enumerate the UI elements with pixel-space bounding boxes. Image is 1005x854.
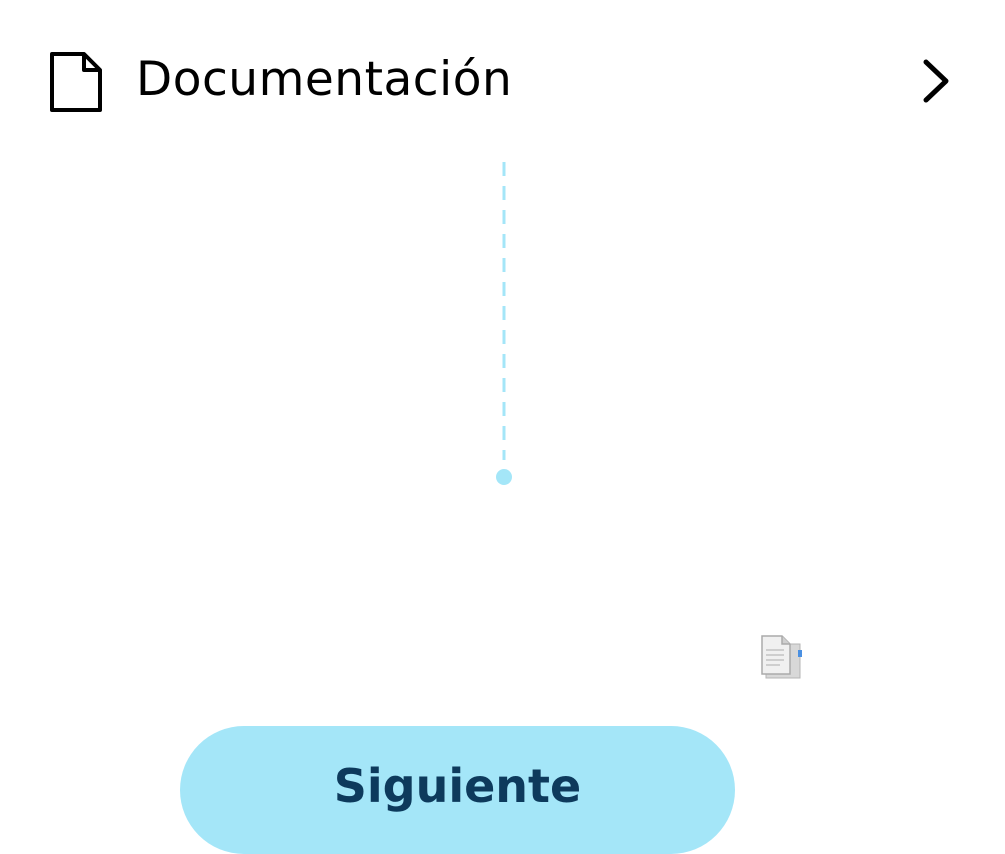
connector-dot <box>496 469 512 485</box>
document-copy-icon <box>761 635 802 679</box>
timeline-connector <box>496 162 512 485</box>
documentation-label: Documentación <box>136 52 513 107</box>
next-button[interactable]: Siguiente <box>180 726 735 854</box>
chevron-right-icon[interactable] <box>916 56 956 106</box>
document-icon <box>50 52 102 112</box>
documentation-row[interactable]: Documentación <box>0 40 1005 122</box>
